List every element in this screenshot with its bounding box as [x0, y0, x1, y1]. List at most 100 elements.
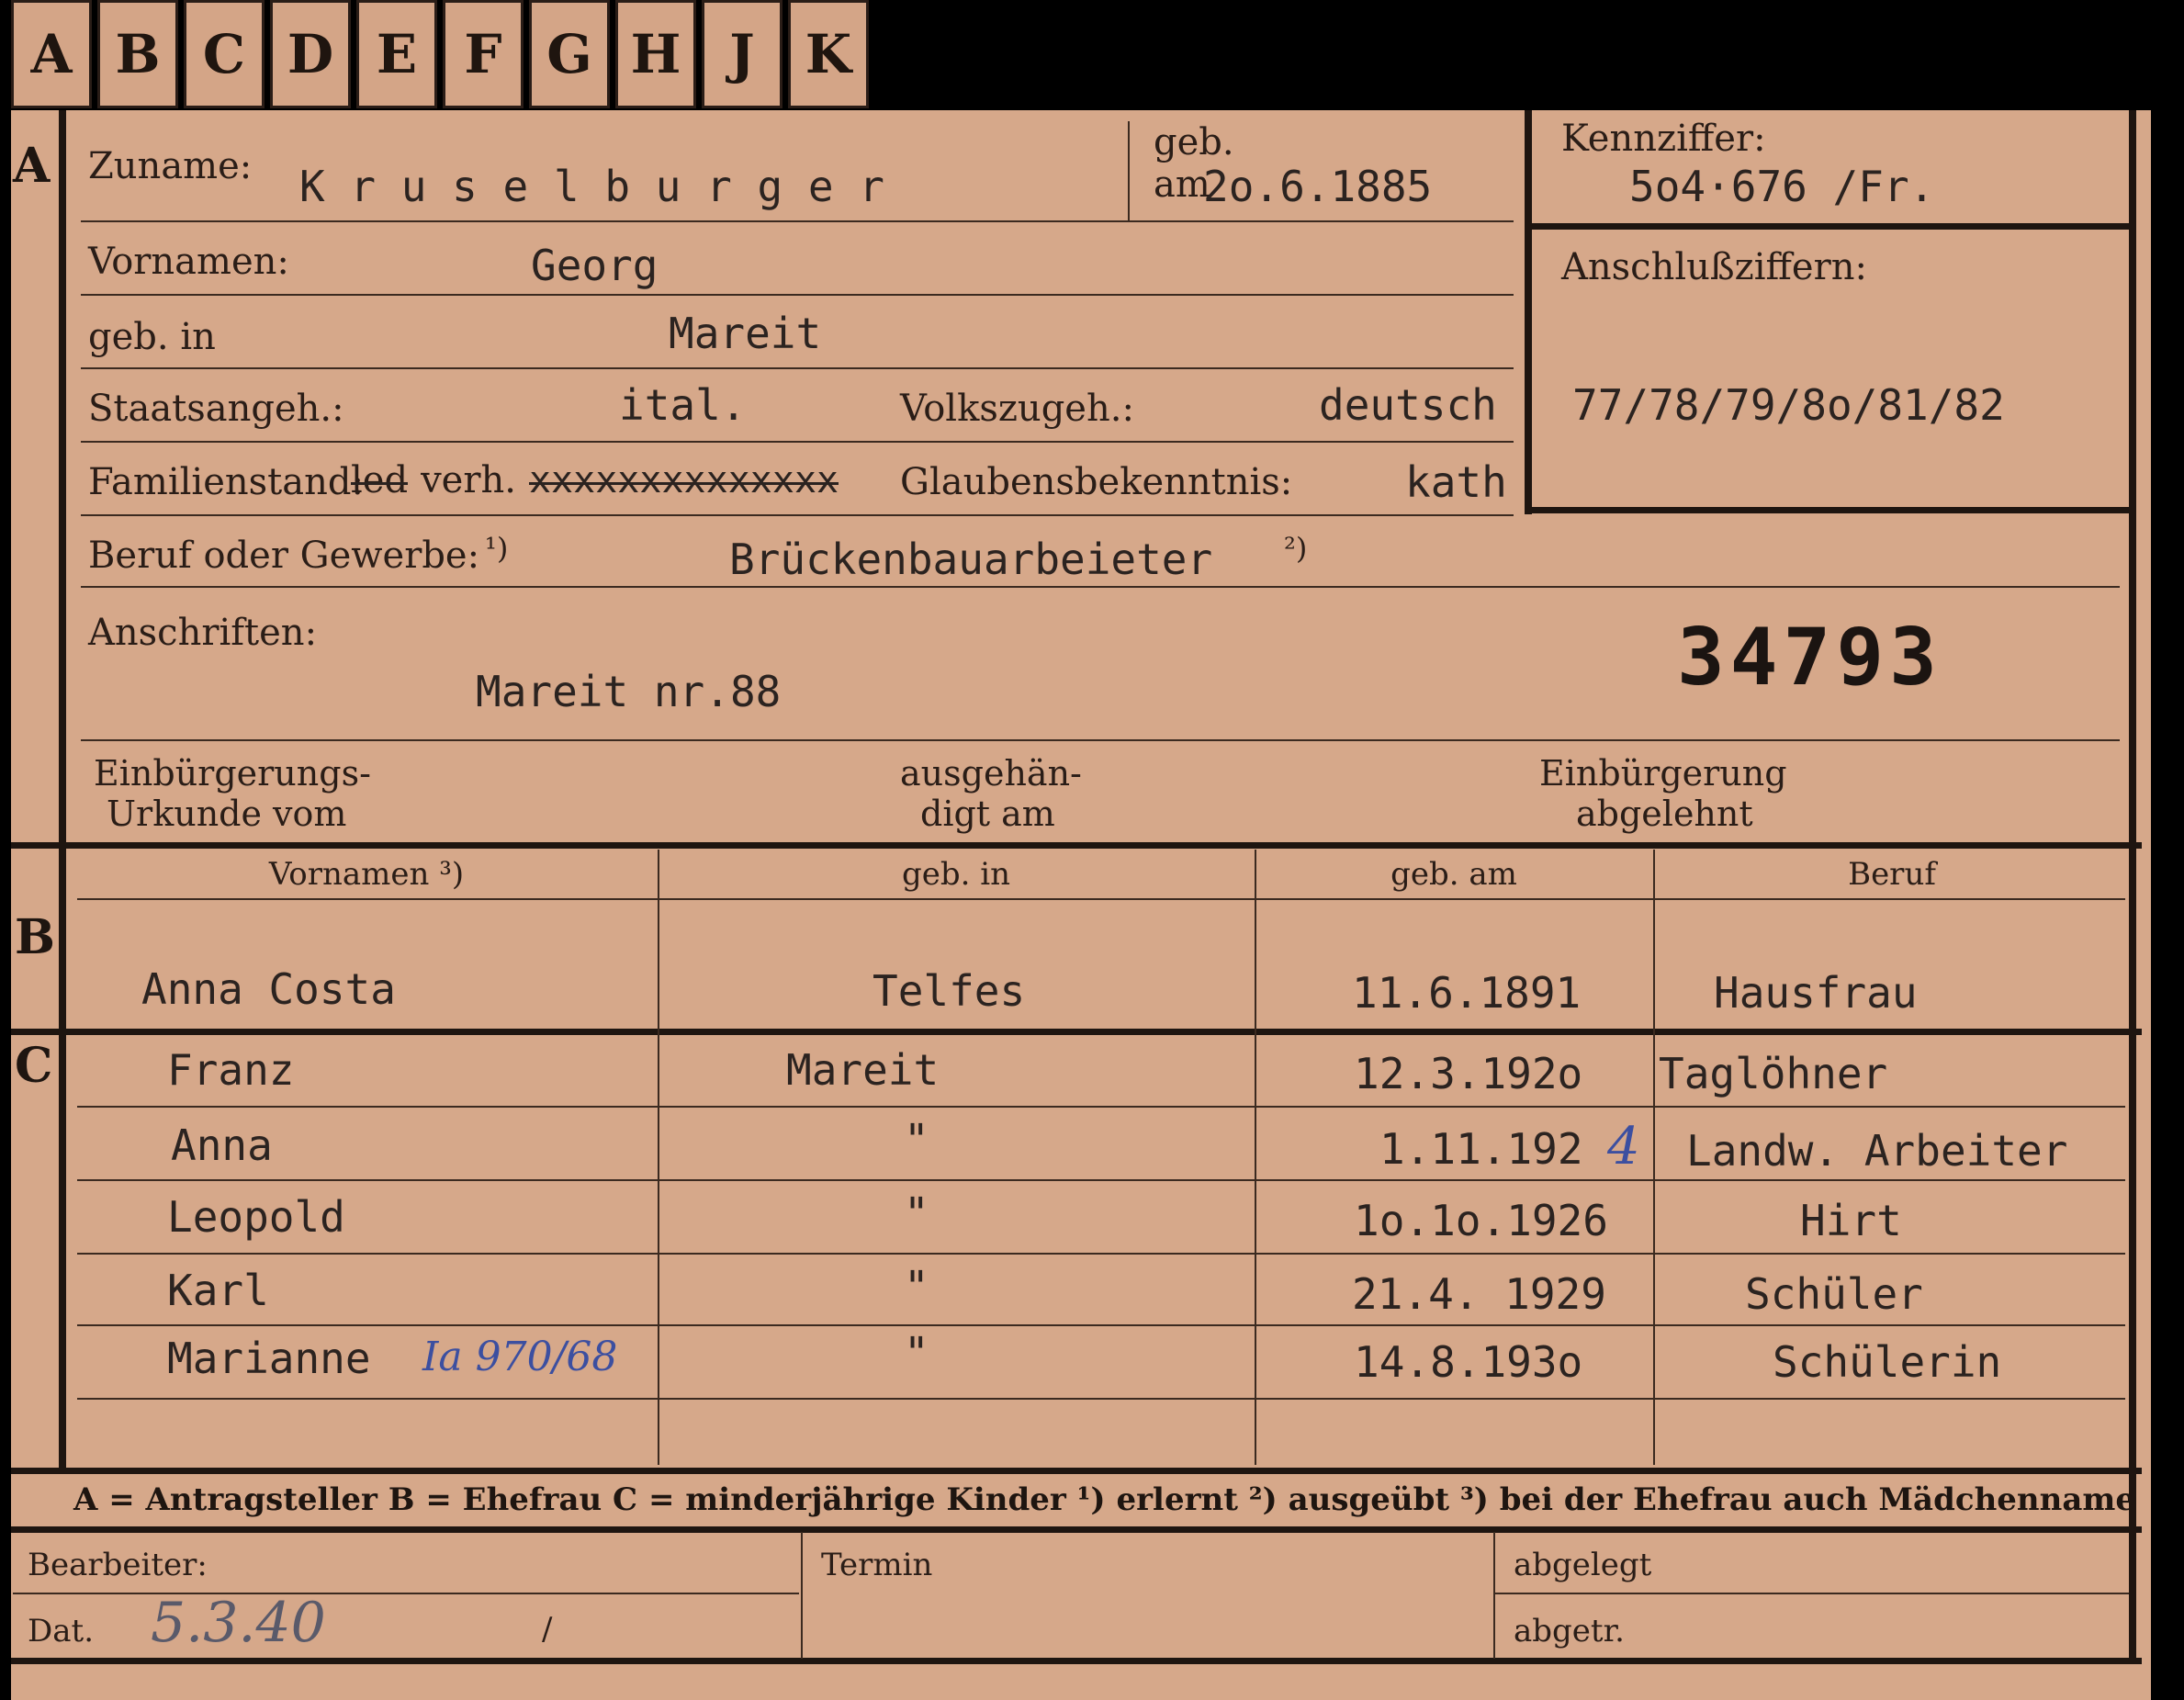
- row-line: [77, 1324, 2125, 1326]
- index-tab: J: [702, 0, 782, 108]
- einb-urkunde-label: Einbürgerungs-: [94, 753, 371, 794]
- anschriften-label: Anschriften:: [88, 612, 318, 654]
- col-divider: [1255, 850, 1256, 1465]
- divider: [1128, 121, 1130, 222]
- zuname-label: Zuname:: [88, 145, 253, 187]
- divider: [81, 294, 1514, 296]
- index-tab: H: [615, 0, 696, 108]
- child-date: 1.11.192: [1379, 1124, 1583, 1174]
- index-tab: D: [270, 0, 351, 108]
- geb-date-value: 2o.6.1885: [1203, 162, 1433, 211]
- child-place: ": [904, 1188, 929, 1238]
- header-vornamen: Vornamen ³): [268, 856, 465, 893]
- staats-label: Staatsangeh.:: [88, 388, 344, 430]
- footer-line: [1495, 1593, 2129, 1594]
- gebin-label: geb. in: [88, 316, 216, 358]
- col-divider: [658, 850, 659, 1465]
- child-job: Schüler: [1745, 1269, 1923, 1319]
- ausgeh-label: digt am: [920, 794, 1055, 834]
- row-line: [77, 1179, 2125, 1181]
- beruf-note: ¹): [485, 531, 509, 566]
- header-gebam: geb. am: [1390, 856, 1517, 893]
- volks-label: Volkszugeh.:: [900, 388, 1134, 430]
- child-date-correction: 4: [1607, 1117, 1640, 1176]
- volks-value: deutsch: [1319, 380, 1497, 430]
- section-divider: [11, 1658, 2142, 1664]
- beruf-label: Beruf oder Gewerbe:: [88, 535, 480, 577]
- section-divider: [11, 1526, 2142, 1533]
- index-tab: F: [443, 0, 523, 108]
- divider: [81, 441, 1514, 443]
- section-b-label: B: [15, 909, 55, 965]
- divider: [81, 220, 1514, 222]
- abgelegt-label: abgelegt: [1514, 1547, 1652, 1583]
- glauben-value: kath: [1405, 457, 1507, 507]
- einb-abgelehnt-label: Einbürgerung: [1539, 753, 1787, 794]
- divider: [81, 514, 1514, 516]
- familien-verh: verh.: [421, 459, 516, 501]
- child-name: Marianne: [167, 1334, 371, 1383]
- einb-urkunde-label: Urkunde vom: [107, 794, 347, 834]
- header-beruf: Beruf: [1848, 856, 1936, 893]
- legend: A = Antragsteller B = Ehefrau C = minder…: [73, 1481, 2135, 1518]
- divider: [81, 367, 1514, 369]
- section-a-label: A: [13, 138, 51, 194]
- wife-name: Anna Costa: [141, 964, 396, 1014]
- familien-options: led verh. xxxxxxxxxxxxxx: [351, 459, 839, 501]
- left-border: [59, 110, 66, 1468]
- gebin-value: Mareit: [669, 309, 822, 358]
- anschluss-value: 77/78/79/8o/81/82: [1572, 380, 2005, 430]
- termin-label: Termin: [821, 1547, 933, 1583]
- section-c-label: C: [15, 1038, 53, 1094]
- einb-abgelehnt-label: abgelehnt: [1576, 794, 1753, 834]
- index-tab: A: [11, 0, 92, 108]
- dat-slash: /: [542, 1611, 553, 1648]
- child-date: 12.3.192o: [1354, 1049, 1583, 1098]
- stamp-number: 34793: [1677, 612, 1942, 704]
- footer-line: [13, 1593, 799, 1594]
- kennziffer-value: 5o4·676 /Fr.: [1629, 162, 1935, 211]
- child-place: Mareit: [786, 1045, 940, 1095]
- glauben-label: Glaubensbekenntnis:: [900, 461, 1293, 503]
- beruf-value: Brückenbauarbeieter: [729, 535, 1213, 584]
- dat-label: Dat.: [28, 1613, 95, 1649]
- vornamen-label: Vornamen:: [88, 241, 289, 283]
- familien-label: Familienstand:: [88, 461, 364, 503]
- header-gebin: geb. in: [901, 856, 1011, 893]
- zuname-value: K r u s e l b u r g e r: [299, 162, 884, 211]
- dat-value: 5.3.40: [151, 1591, 326, 1655]
- wife-date: 11.6.1891: [1352, 968, 1582, 1018]
- geb-am-label: am: [1154, 163, 1210, 206]
- child-name: Leopold: [167, 1192, 345, 1242]
- child-date: 14.8.193o: [1354, 1337, 1583, 1387]
- index-tab: E: [356, 0, 437, 108]
- kennziffer-label: Kennziffer:: [1561, 118, 1766, 160]
- section-divider: [11, 842, 2142, 849]
- box-border: [1525, 507, 2129, 513]
- child-name: Franz: [167, 1045, 295, 1095]
- child-job: Hirt: [1800, 1196, 1902, 1245]
- child-job: Taglöhner: [1659, 1049, 1888, 1098]
- section-divider: [11, 1029, 2142, 1035]
- right-border: [2129, 110, 2136, 1662]
- box-border: [1525, 223, 2129, 230]
- index-tab: B: [97, 0, 178, 108]
- footer-divider: [801, 1532, 803, 1659]
- ausgeh-label: ausgehän-: [900, 753, 1082, 794]
- row-line: [77, 1253, 2125, 1255]
- abgetr-label: abgetr.: [1514, 1613, 1625, 1649]
- row-line: [77, 1106, 2125, 1108]
- section-divider: [11, 1468, 2142, 1474]
- box-border: [1525, 110, 1532, 514]
- child-job: Schülerin: [1773, 1337, 2002, 1387]
- child-date: 21.4. 1929: [1352, 1269, 1606, 1319]
- child-job: Landw. Arbeiter: [1686, 1126, 2068, 1176]
- staats-value: ital.: [619, 380, 747, 430]
- child-place: ": [904, 1328, 929, 1378]
- col-divider: [1653, 850, 1655, 1465]
- beruf-note: ²): [1284, 531, 1308, 566]
- child-name: Anna: [171, 1120, 273, 1170]
- child-name-note: Ia 970/68: [422, 1334, 618, 1380]
- index-tab: K: [788, 0, 869, 108]
- anschriften-value: Mareit nr.88: [476, 667, 782, 716]
